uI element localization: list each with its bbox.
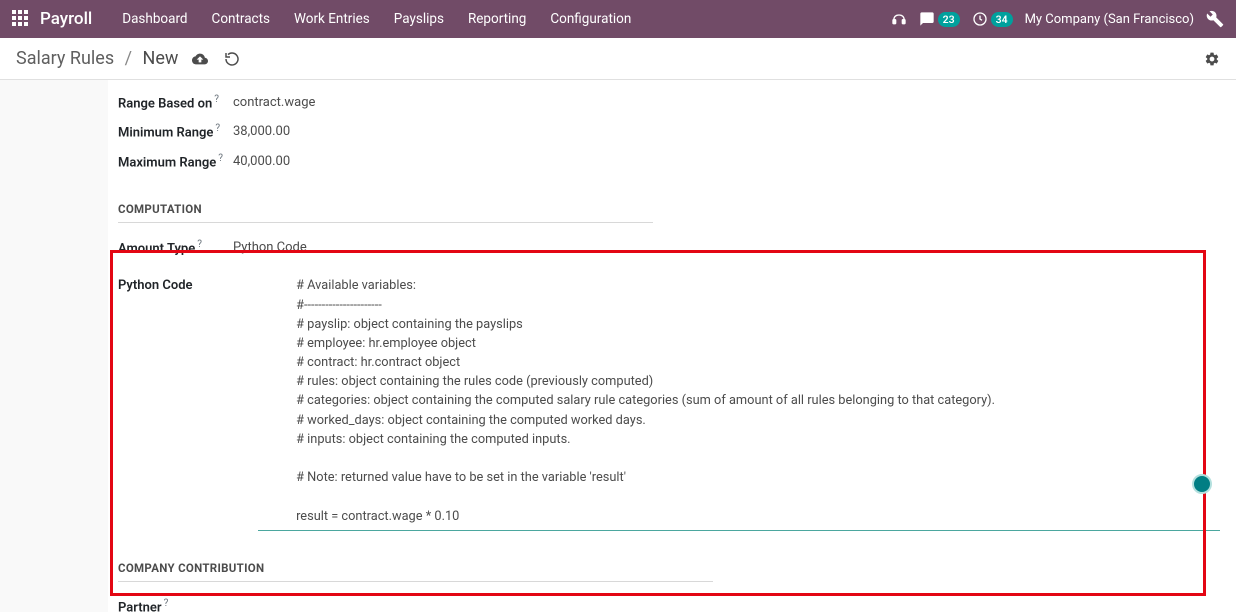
app-name[interactable]: Payroll [40, 9, 92, 29]
python-code-wrapper: # Available variables: #----------------… [258, 276, 1226, 530]
input-underline [258, 530, 1220, 531]
nav-configuration[interactable]: Configuration [538, 0, 643, 38]
activities-icon[interactable]: 34 [972, 11, 1013, 27]
activities-badge: 34 [991, 12, 1013, 27]
help-icon[interactable]: ? [164, 598, 169, 609]
label-amount-type: Amount Type? [118, 239, 233, 256]
support-icon[interactable] [891, 11, 907, 27]
label-partner: Partner? [118, 598, 233, 612]
nav-work-entries[interactable]: Work Entries [282, 0, 382, 38]
field-python-code: Python Code # Available variables: #----… [118, 276, 1226, 530]
nav-payslips[interactable]: Payslips [382, 0, 456, 38]
value-minimum-range[interactable]: 38,000.00 [233, 124, 290, 139]
field-minimum-range: Minimum Range? 38,000.00 [118, 117, 1226, 146]
gear-icon[interactable] [1204, 51, 1220, 67]
value-range-based-on[interactable]: contract.wage [233, 95, 315, 110]
topnav: Payroll Dashboard Contracts Work Entries… [0, 0, 1236, 38]
help-icon[interactable]: ? [215, 123, 220, 134]
section-divider [118, 222, 653, 223]
company-switcher[interactable]: My Company (San Francisco) [1025, 12, 1194, 27]
topnav-right: 23 34 My Company (San Francisco) [891, 10, 1224, 28]
form-sheet: Range Based on? contract.wage Minimum Ra… [108, 80, 1236, 612]
python-code-textarea[interactable]: # Available variables: #----------------… [258, 276, 1226, 525]
breadcrumb-parent[interactable]: Salary Rules [16, 48, 114, 69]
messages-badge: 23 [938, 12, 960, 27]
save-cloud-icon[interactable] [192, 51, 208, 67]
nav-dashboard[interactable]: Dashboard [110, 0, 199, 38]
section-divider [118, 581, 713, 582]
breadcrumb-bar: Salary Rules / New [0, 38, 1236, 80]
topnav-left: Payroll Dashboard Contracts Work Entries… [12, 0, 643, 38]
apps-icon[interactable] [12, 10, 30, 28]
help-icon[interactable]: ? [214, 94, 219, 105]
debug-icon[interactable] [1206, 10, 1224, 28]
section-computation: COMPUTATION [118, 202, 1226, 216]
breadcrumb-actions [192, 51, 240, 67]
field-partner: Partner? [118, 592, 1226, 612]
help-icon[interactable]: ? [218, 153, 223, 164]
field-maximum-range: Maximum Range? 40,000.00 [118, 147, 1226, 176]
content-area: Range Based on? contract.wage Minimum Ra… [0, 80, 1236, 612]
nav-reporting[interactable]: Reporting [456, 0, 538, 38]
section-company-contribution: COMPANY CONTRIBUTION [118, 561, 1226, 575]
label-minimum-range: Minimum Range? [118, 123, 233, 140]
breadcrumb: Salary Rules / New [16, 48, 178, 69]
label-range-based-on: Range Based on? [118, 94, 233, 111]
floating-help-button[interactable] [1192, 474, 1212, 494]
discard-icon[interactable] [224, 51, 240, 67]
nav-contracts[interactable]: Contracts [200, 0, 282, 38]
value-amount-type[interactable]: Python Code [233, 240, 307, 255]
value-maximum-range[interactable]: 40,000.00 [233, 154, 290, 169]
label-python-code: Python Code [118, 276, 258, 293]
breadcrumb-separator: / [125, 48, 132, 69]
messages-icon[interactable]: 23 [919, 11, 960, 27]
label-maximum-range: Maximum Range? [118, 153, 233, 170]
field-amount-type: Amount Type? Python Code [118, 233, 1226, 262]
field-range-based-on: Range Based on? contract.wage [118, 88, 1226, 117]
help-icon[interactable]: ? [197, 239, 202, 250]
breadcrumb-current: New [143, 48, 179, 69]
